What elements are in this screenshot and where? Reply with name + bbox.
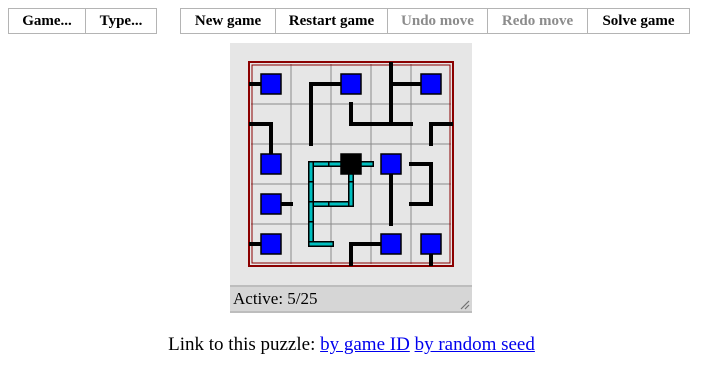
links-prefix: Link to this puzzle: — [168, 334, 316, 355]
endpoint-tile — [420, 233, 442, 255]
status-text: Active: 5/25 — [233, 289, 318, 308]
status-bar: Active: 5/25 — [230, 285, 472, 313]
new-game-button[interactable]: New game — [180, 8, 276, 34]
resize-grip-icon[interactable] — [458, 298, 470, 310]
redo-move-button[interactable]: Redo move — [487, 8, 588, 34]
toolbar: New game Restart game Undo move Redo mov… — [180, 8, 690, 34]
puzzle-canvas[interactable] — [230, 43, 472, 285]
undo-move-button[interactable]: Undo move — [387, 8, 488, 34]
solve-game-button[interactable]: Solve game — [587, 8, 690, 34]
endpoint-tile — [380, 153, 402, 175]
endpoint-tile — [260, 233, 282, 255]
endpoint-tile — [260, 153, 282, 175]
game-menu-button[interactable]: Game... — [8, 8, 86, 34]
endpoint-tile — [340, 73, 362, 95]
endpoint-tile — [420, 73, 442, 95]
type-menu-button[interactable]: Type... — [85, 8, 157, 34]
power-source-tile — [340, 153, 362, 175]
restart-game-button[interactable]: Restart game — [275, 8, 388, 34]
endpoint-tile — [380, 233, 402, 255]
puzzle-links: Link to this puzzle: by game ID by rando… — [0, 334, 703, 356]
endpoint-tile — [260, 193, 282, 215]
endpoint-tile — [260, 73, 282, 95]
link-by-game-id[interactable]: by game ID — [320, 334, 410, 355]
puzzle-board[interactable] — [230, 43, 472, 285]
link-by-random-seed[interactable]: by random seed — [415, 334, 535, 355]
menu-bar: Game... Type... — [8, 8, 157, 34]
